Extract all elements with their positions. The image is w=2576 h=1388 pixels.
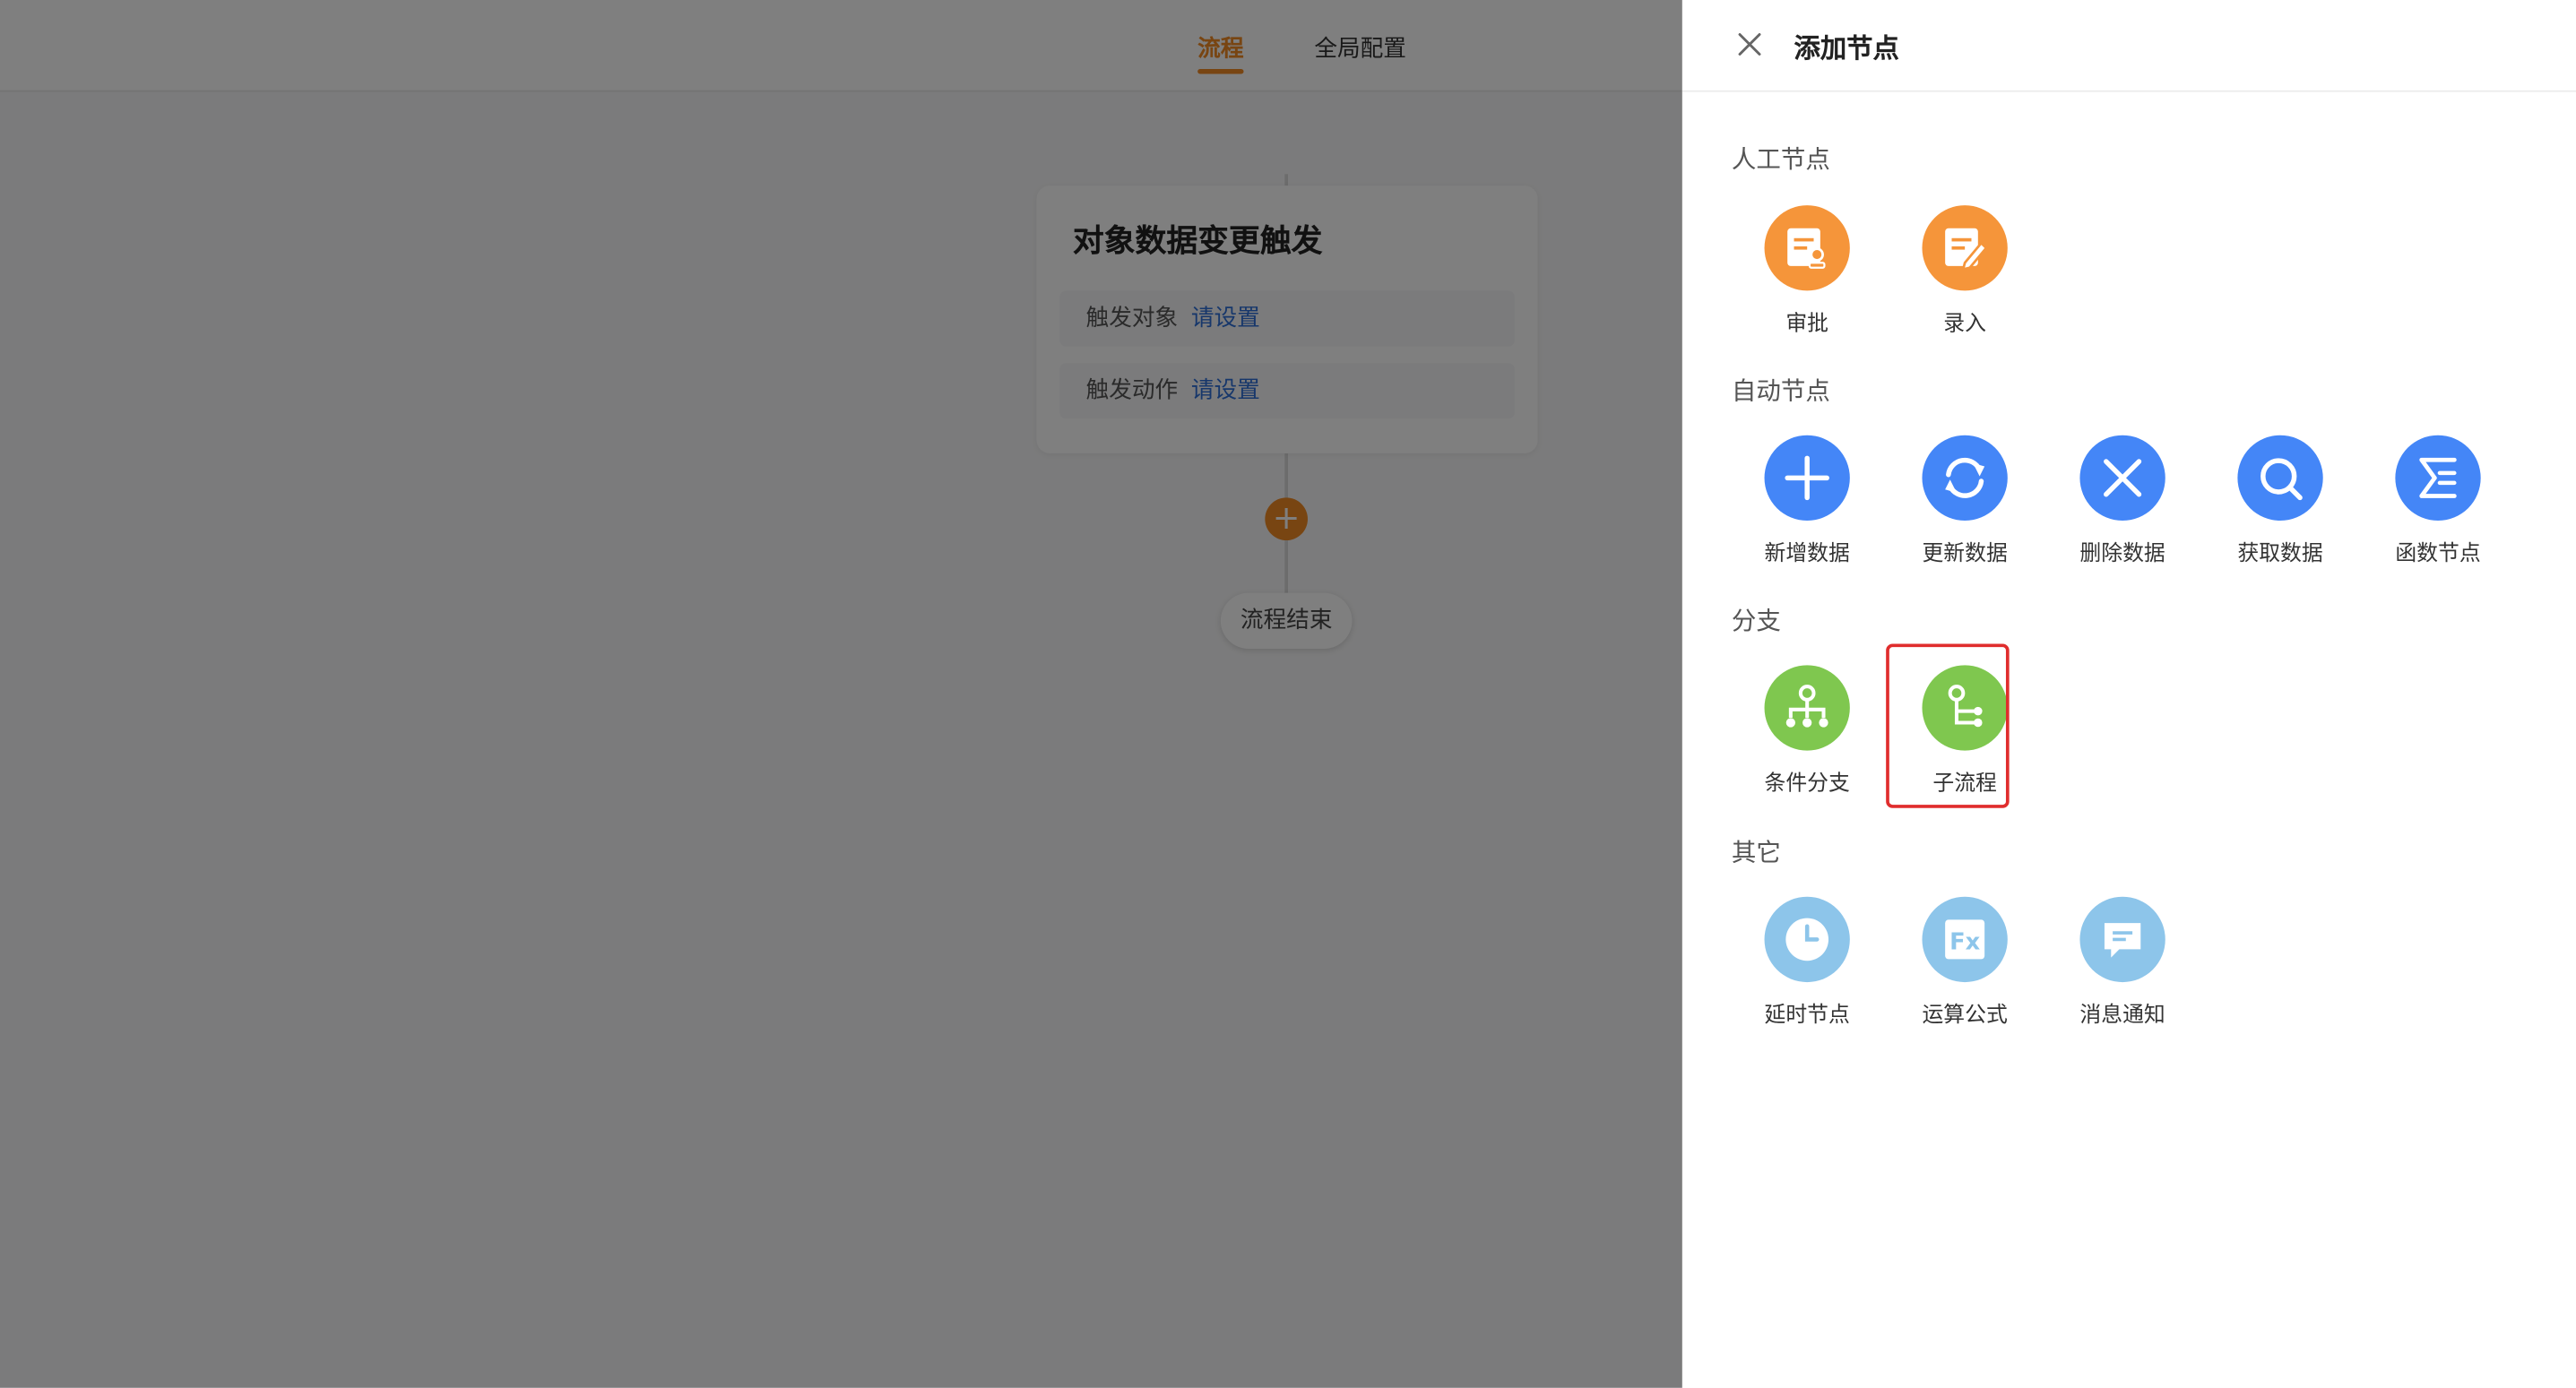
add-node-drawer: 添加节点 人工节点 审批 录入 自动节点 新增数据 更新数据 删除数据 获取数据…	[1681, 0, 2576, 1388]
node-function-label: 函数节点	[2395, 541, 2481, 567]
approval-icon	[1764, 205, 1850, 291]
node-delete-data[interactable]: 删除数据	[2060, 435, 2184, 583]
drawer-title: 添加节点	[1794, 32, 1899, 65]
node-approval[interactable]: 审批	[1745, 205, 1870, 353]
clock-icon	[1764, 896, 1850, 983]
node-condition-branch[interactable]: 条件分支	[1745, 665, 1870, 813]
close-icon	[1738, 33, 1761, 56]
branch-tree-icon	[1764, 665, 1850, 751]
section-title-manual: 人工节点	[1731, 144, 1830, 175]
page: 流程 全局配置 对象数据变更触发 触发对象请设置 触发动作请设置 + 流程结束	[0, 0, 2576, 1388]
drawer-header: 添加节点	[1681, 0, 2576, 92]
node-formula[interactable]: Fx 运算公式	[1902, 896, 2027, 1045]
node-subprocess[interactable]: 子流程	[1902, 665, 2027, 813]
node-update-data-label: 更新数据	[1922, 541, 2008, 567]
plus-icon	[1764, 435, 1850, 522]
sigma-icon	[2395, 435, 2481, 522]
node-formula-label: 运算公式	[1922, 1003, 2008, 1029]
node-message-label: 消息通知	[2079, 1003, 2165, 1029]
node-get-data[interactable]: 获取数据	[2217, 435, 2342, 583]
close-button[interactable]	[1732, 26, 1768, 62]
message-icon	[2079, 896, 2165, 983]
node-condition-branch-label: 条件分支	[1764, 772, 1850, 797]
refresh-icon	[1922, 435, 2008, 522]
svg-text:Fx: Fx	[1949, 928, 1981, 955]
section-title-automatic: 自动节点	[1731, 375, 1830, 406]
section-title-other: 其它	[1731, 837, 1781, 867]
node-add-data-label: 新增数据	[1764, 541, 1850, 567]
node-delay-label: 延时节点	[1764, 1003, 1850, 1029]
node-entry-label: 录入	[1943, 312, 1986, 337]
subprocess-icon	[1922, 665, 2008, 751]
fx-formula-icon: Fx	[1922, 896, 2008, 983]
search-icon	[2237, 435, 2323, 522]
node-subprocess-label: 子流程	[1932, 772, 1997, 797]
node-message[interactable]: 消息通知	[2060, 896, 2184, 1045]
delete-x-icon	[2079, 435, 2165, 522]
node-delay[interactable]: 延时节点	[1745, 896, 1870, 1045]
section-title-branch: 分支	[1731, 606, 1781, 636]
node-approval-label: 审批	[1785, 312, 1829, 337]
node-function[interactable]: 函数节点	[2375, 435, 2500, 583]
node-update-data[interactable]: 更新数据	[1902, 435, 2027, 583]
node-get-data-label: 获取数据	[2237, 541, 2323, 567]
node-entry[interactable]: 录入	[1902, 205, 2027, 353]
modal-overlay[interactable]	[0, 0, 1682, 1388]
form-entry-icon	[1922, 205, 2008, 291]
node-add-data[interactable]: 新增数据	[1745, 435, 1870, 583]
node-delete-data-label: 删除数据	[2079, 541, 2165, 567]
